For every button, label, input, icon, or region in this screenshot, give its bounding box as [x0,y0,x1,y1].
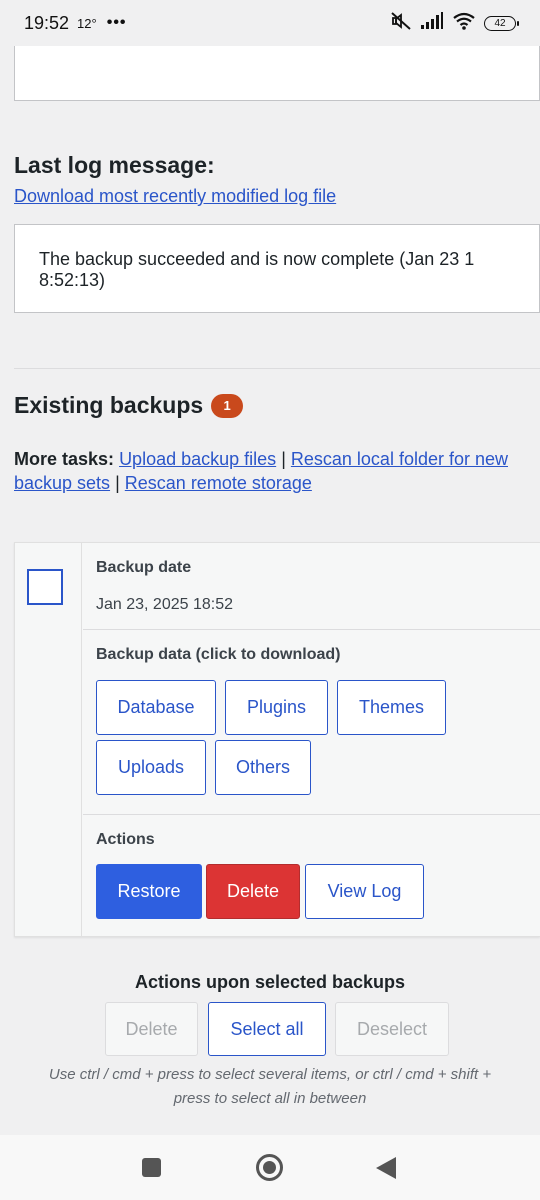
download-themes-button[interactable]: Themes [337,680,446,735]
download-plugins-button[interactable]: Plugins [225,680,328,735]
section-divider [14,368,540,369]
download-others-button[interactable]: Others [215,740,311,795]
download-uploads-button[interactable]: Uploads [96,740,206,795]
restore-button[interactable]: Restore [96,864,202,919]
navigation-bar [0,1135,540,1200]
clock: 19:52 [24,12,70,33]
backup-count-badge: 1 [211,393,244,418]
upload-backup-link[interactable]: Upload backup files [119,449,276,469]
delete-backup-button[interactable]: Delete [206,864,300,919]
more-tasks: More tasks: Upload backup files | Rescan… [14,447,540,495]
selection-hint: Use ctrl / cmd + press to select several… [48,1066,492,1107]
backup-date-value: Jan 23, 2025 18:52 [96,596,234,613]
download-database-button[interactable]: Database [96,680,216,735]
home-icon[interactable] [256,1154,283,1181]
log-message-box: The backup succeeded and is now complete… [14,224,540,313]
wifi-icon [452,12,476,35]
temperature: 12° [77,15,97,31]
rescan-remote-link[interactable]: Rescan remote storage [125,473,312,493]
battery-icon: 42 [484,15,519,31]
signal-icon [420,11,444,35]
actions-label: Actions [96,831,155,848]
separator: | [281,449,286,469]
backup-row: Backup date Jan 23, 2025 18:52 Backup da… [14,542,540,937]
bulk-actions-title: Actions upon selected backups [134,972,406,992]
more-notifications-icon: ••• [106,14,127,31]
deselect-button[interactable]: Deselect [335,1002,449,1056]
more-tasks-label: More tasks: [14,449,115,469]
actions-section: Actions Restore Delete View Log [83,815,540,937]
recent-apps-icon[interactable] [142,1158,161,1177]
existing-backups-title: Existing backups [14,392,204,418]
previous-panel [14,46,540,101]
view-log-button[interactable]: View Log [305,864,424,919]
last-log-heading: Last log message: [14,152,215,178]
mute-icon [390,11,412,36]
separator: | [115,473,120,493]
existing-backups-heading: Existing backups 1 [14,392,244,419]
backup-date-section: Backup date Jan 23, 2025 18:52 [83,543,540,630]
status-bar: 19:52 12° ••• 42 [0,0,540,46]
download-log-link[interactable]: Download most recently modified log file [14,186,336,207]
select-column [15,543,82,936]
backup-date-label: Backup date [96,559,192,576]
backup-select-checkbox[interactable] [27,569,63,605]
backup-data-section: Backup data (click to download) Database… [83,630,540,815]
backup-data-label: Backup data (click to download) [96,646,341,663]
status-icons: 42 [390,11,519,36]
select-all-button[interactable]: Select all [208,1002,326,1056]
back-icon[interactable] [376,1157,396,1179]
bulk-delete-button[interactable]: Delete [105,1002,198,1056]
